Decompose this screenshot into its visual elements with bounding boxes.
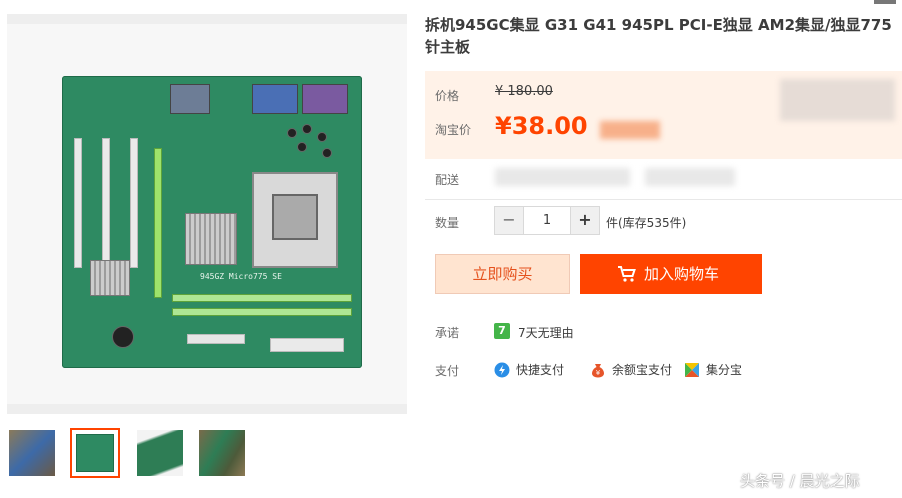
quantity-label: 数量: [435, 216, 460, 230]
thumbnail-3[interactable]: [135, 428, 185, 478]
payment-method-yuebao[interactable]: ¥ 余额宝支付: [590, 361, 672, 378]
payment-label: 支付: [435, 364, 460, 378]
decrease-button[interactable]: −: [495, 207, 523, 234]
cart-icon: [618, 266, 636, 282]
payment-method-label: 余额宝支付: [612, 363, 673, 377]
add-to-cart-button[interactable]: 加入购物车: [580, 254, 762, 294]
payment-method-label: 快捷支付: [516, 363, 565, 377]
blurred-region: [495, 168, 630, 186]
promise-text[interactable]: 7天无理由: [518, 324, 574, 341]
payment-method-label: 集分宝: [706, 363, 743, 377]
svg-text:¥: ¥: [596, 369, 601, 377]
blurred-region: [645, 168, 735, 186]
payment-method-jifenbao[interactable]: 集分宝: [684, 361, 742, 378]
buy-now-button[interactable]: 立即购买: [435, 254, 570, 294]
payment-method-quick[interactable]: 快捷支付: [494, 361, 564, 378]
watermark-text: 头条号 / 晨光之际: [740, 472, 860, 490]
stock-text: 件(库存535件): [606, 216, 687, 230]
board-model-text: 945GZ Micro775 SE: [200, 272, 282, 281]
thumbnail-4[interactable]: [197, 428, 247, 478]
thumbnail-1[interactable]: [7, 428, 57, 478]
chipset-heatsink: [185, 213, 237, 265]
blurred-region: [600, 121, 660, 139]
product-main-image[interactable]: 945GZ Micro775 SE: [7, 14, 407, 414]
product-title: 拆机945GC集显 G31 G41 945PL PCI-E独显 AM2集显/独显…: [425, 16, 892, 56]
taobao-price-label: 淘宝价: [435, 123, 472, 137]
yuebao-icon: ¥: [592, 363, 604, 377]
add-to-cart-label: 加入购物车: [644, 265, 720, 283]
price-panel: 价格 ¥ 180.00 淘宝价 ¥38.00: [425, 71, 902, 159]
motherboard-photo: 945GZ Micro775 SE: [62, 76, 362, 368]
price-label: 价格: [435, 89, 460, 103]
seven-day-icon: 7: [494, 323, 510, 339]
blurred-region: [780, 79, 895, 121]
cpu-socket: [252, 172, 338, 268]
quantity-stepper: − 1 +: [494, 206, 600, 235]
top-corner-mark: [874, 0, 896, 4]
delivery-label: 配送: [435, 173, 460, 187]
taobao-price: ¥38.00: [495, 112, 588, 140]
quantity-input[interactable]: 1: [523, 207, 571, 234]
increase-button[interactable]: +: [571, 207, 599, 234]
original-price: ¥ 180.00: [495, 84, 553, 99]
jifenbao-icon: [685, 362, 699, 377]
promise-label: 承诺: [435, 326, 460, 340]
quick-pay-icon: [494, 362, 510, 377]
divider: [425, 199, 902, 200]
thumbnail-2[interactable]: [70, 428, 120, 478]
